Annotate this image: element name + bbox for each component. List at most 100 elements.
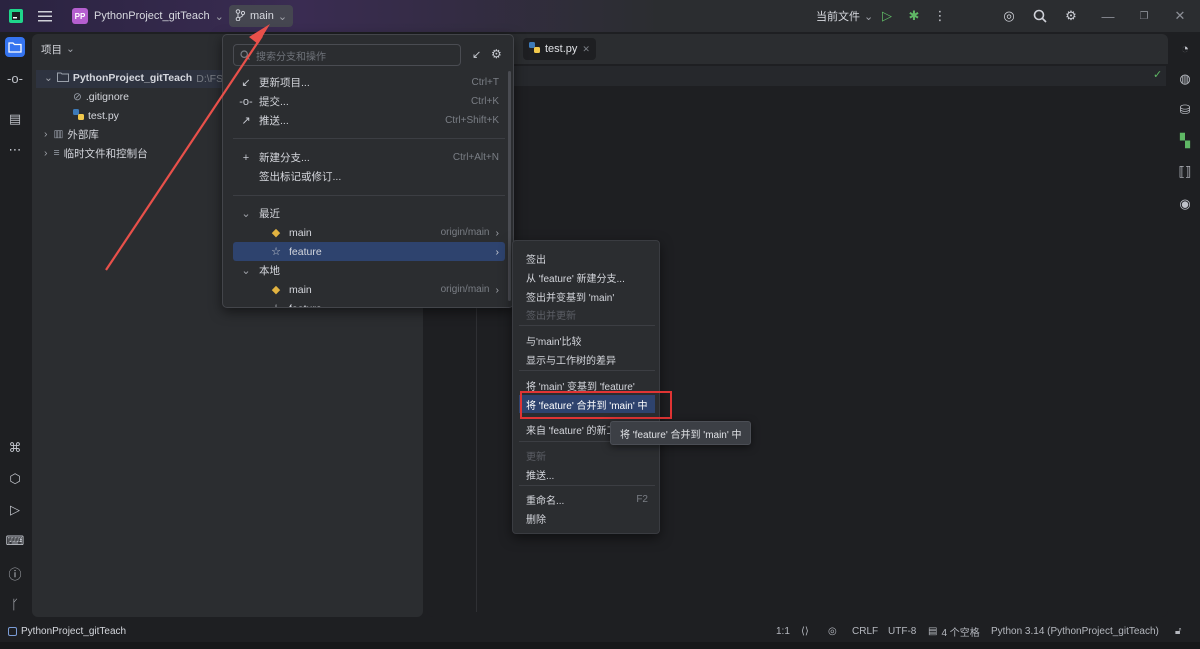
chevron-right-icon: ›	[495, 226, 500, 239]
commit-icon[interactable]: -o-	[5, 68, 25, 88]
notifications-icon[interactable]: ◔	[1175, 38, 1195, 58]
file-name: .gitignore	[85, 91, 130, 103]
debug-icon[interactable]: ✱	[906, 8, 922, 24]
branch-widget[interactable]: main ⌄	[229, 5, 294, 27]
structure-icon[interactable]: ▤	[5, 109, 25, 129]
branch-remote: origin/main	[440, 227, 490, 238]
recent-group-header[interactable]: ⌄ 最近	[233, 204, 505, 223]
status-encoding[interactable]: UTF-8	[888, 620, 916, 642]
project-folder-icon[interactable]	[5, 37, 25, 57]
ai-assistant-icon[interactable]: ◎	[1001, 8, 1017, 24]
restore-icon[interactable]: ❐	[1136, 8, 1152, 24]
branch-label: main	[289, 283, 312, 296]
menu-separator	[233, 138, 505, 139]
ai-chat-icon[interactable]: ◍	[1175, 69, 1195, 89]
database-icon[interactable]: ⛁	[1175, 100, 1195, 120]
submenu-show-diff[interactable]: 显示与工作树的差异	[519, 350, 655, 368]
submenu-label: 签出并更新	[526, 310, 576, 322]
editor-caret-row	[430, 66, 1166, 86]
status-line-separator[interactable]: CRLF	[852, 620, 878, 642]
tree-external-libraries[interactable]: › ▥ 外部库	[44, 125, 99, 143]
run-config-selector[interactable]: 当前文件 ⌄	[816, 0, 873, 32]
status-indent[interactable]: ▤ 4 个空格	[928, 620, 980, 642]
menu-shortcut: Ctrl+Alt+N	[452, 152, 499, 163]
python-packages-icon[interactable]: ⌘	[5, 438, 25, 458]
tree-root-project[interactable]: ⌄ PythonProject_gitTeach D:\FS学	[44, 69, 234, 87]
jupyter-icon[interactable]: ▚	[1175, 131, 1195, 151]
menu-update-project[interactable]: ↙ 更新项目... Ctrl+T	[233, 73, 505, 92]
minimize-icon[interactable]: —	[1100, 8, 1116, 24]
more-actions-icon[interactable]: ⋮	[932, 8, 948, 24]
menu-commit[interactable]: -o- 提交... Ctrl+K	[233, 92, 505, 111]
submenu-shortcut: F2	[636, 493, 648, 505]
commit-icon: -o-	[239, 95, 253, 108]
branch-label: feature	[289, 245, 322, 258]
status-lock-icon[interactable]: 🔓︎	[1175, 620, 1181, 642]
project-selector[interactable]: PP PythonProject_gitTeach ⌄	[72, 0, 224, 32]
sciview-icon[interactable]: ⟦⟧	[1175, 162, 1195, 182]
tree-file-test-py[interactable]: test.py	[73, 107, 119, 125]
terminal-icon[interactable]: ⌨	[5, 531, 25, 551]
branch-item-local-feature[interactable]: ☆ feature ›	[233, 299, 505, 308]
services-icon[interactable]: ⬡	[5, 469, 25, 489]
file-name: test.py	[88, 110, 119, 122]
chevron-right-icon: ›	[495, 283, 500, 296]
problems-icon[interactable]: ⓘ	[5, 563, 25, 583]
branch-item-recent-main[interactable]: ◆ main origin/main ›	[233, 223, 505, 242]
status-caret-position[interactable]: 1:1	[776, 620, 790, 642]
search-icon[interactable]	[1032, 8, 1048, 24]
menu-shortcut: Ctrl+T	[471, 77, 500, 88]
position-label: 1:1	[776, 625, 790, 637]
submenu-rename[interactable]: 重命名... F2	[519, 490, 655, 508]
python-file-icon	[73, 109, 84, 123]
external-libraries-label: 外部库	[67, 128, 99, 141]
tree-scratches[interactable]: › ≡ 临时文件和控制台	[44, 144, 148, 162]
folder-icon	[56, 72, 69, 85]
run-icon[interactable]: ▷	[879, 8, 895, 24]
branch-popup: 搜索分支和操作 ↙ ⚙ ↙ 更新项目... Ctrl+T -o- 提交... C…	[222, 34, 514, 308]
menu-checkout-tag[interactable]: 签出标记或修订...	[233, 167, 505, 186]
git-icon[interactable]: ᚴ	[5, 594, 25, 614]
editor-tab-test-py[interactable]: test.py ✕	[523, 38, 596, 60]
submenu-checkout[interactable]: 签出	[519, 249, 655, 267]
more-tools-icon[interactable]: ⋯	[5, 140, 25, 160]
branch-item-local-main[interactable]: ◆ main origin/main ›	[233, 280, 505, 299]
run-tool-icon[interactable]: ▷	[5, 500, 25, 520]
status-project-breadcrumb[interactable]: PythonProject_gitTeach	[8, 620, 126, 642]
fetch-arrow-icon[interactable]: ↙	[472, 48, 481, 61]
main-menu-icon[interactable]	[37, 8, 53, 24]
menu-new-branch[interactable]: + 新建分支... Ctrl+Alt+N	[233, 148, 505, 167]
submenu-new-branch-from[interactable]: 从 'feature' 新建分支...	[519, 268, 655, 286]
settings-gear-icon[interactable]: ⚙	[1063, 8, 1079, 24]
project-panel-header[interactable]: 项目 ⌄	[41, 40, 75, 58]
popup-settings-gear-icon[interactable]: ⚙	[491, 47, 502, 61]
inspection-ok-icon[interactable]: ✓	[1153, 68, 1162, 81]
status-inspection-icon[interactable]: ◎	[828, 620, 837, 642]
status-ai-icon[interactable]: ⟨⟩	[801, 620, 809, 642]
branch-item-recent-feature[interactable]: ☆ feature ›	[233, 242, 505, 261]
close-tab-icon[interactable]: ✕	[582, 44, 590, 55]
menu-shortcut: Ctrl+K	[470, 96, 499, 107]
submenu-push[interactable]: 推送...	[519, 465, 655, 483]
indent-label: 4 个空格	[941, 627, 980, 639]
local-group-header[interactable]: ⌄ 本地	[233, 261, 505, 280]
submenu-checkout-rebase[interactable]: 签出并变基到 'main'	[519, 287, 655, 305]
tree-file-gitignore[interactable]: ⊘ .gitignore	[73, 88, 129, 106]
submenu-compare[interactable]: 与'main'比较	[519, 331, 655, 349]
menu-label: 更新项目...	[259, 77, 310, 89]
popup-scrollbar[interactable]	[508, 71, 511, 301]
close-icon[interactable]: ✕	[1172, 8, 1188, 24]
branch-search-input[interactable]: 搜索分支和操作	[233, 44, 461, 66]
menu-label: 新建分支...	[259, 152, 310, 164]
status-interpreter[interactable]: Python 3.14 (PythonProject_gitTeach)	[991, 620, 1159, 642]
submenu-label: 更新	[526, 451, 546, 463]
copilot-icon[interactable]: ◉	[1175, 194, 1195, 214]
submenu-delete[interactable]: 删除	[519, 509, 655, 527]
menu-push[interactable]: ↗ 推送... Ctrl+Shift+K	[233, 111, 505, 130]
chevron-right-icon: ›	[44, 147, 48, 159]
chevron-down-icon: ⌄	[66, 43, 75, 55]
group-label: 最近	[259, 208, 280, 220]
submenu-label: 与'main'比较	[526, 336, 582, 348]
menu-label: 签出标记或修订...	[259, 171, 342, 183]
menu-separator	[233, 195, 505, 196]
